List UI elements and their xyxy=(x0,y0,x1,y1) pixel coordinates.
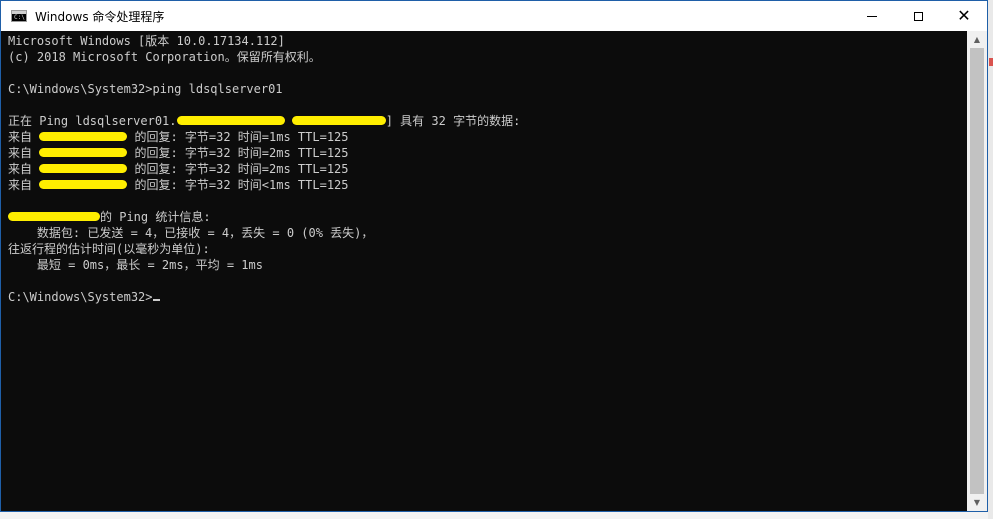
app-icon-text: C:\ xyxy=(14,14,25,21)
console-line: 的 Ping 统计信息: xyxy=(8,209,520,225)
redaction-mark xyxy=(39,180,128,189)
console-text: ] 具有 32 字节的数据: xyxy=(385,114,521,128)
maximize-icon xyxy=(913,11,923,21)
console-text: 往返行程的估计时间(以毫秒为单位): xyxy=(8,242,210,256)
console-line: 来自 的回复: 字节=32 时间<1ms TTL=125 xyxy=(8,177,520,193)
text-cursor xyxy=(152,299,160,301)
minimize-icon xyxy=(867,15,877,17)
console-line: C:\Windows\System32>ping ldsqlserver01 xyxy=(8,81,520,97)
console-output[interactable]: Microsoft Windows [版本 10.0.17134.112] (c)… xyxy=(1,31,967,511)
console-line: 正在 Ping ldsqlserver01. ] 具有 32 字节的数据: xyxy=(8,113,520,129)
console-text: 来自 xyxy=(8,130,40,144)
window-controls: ✕ xyxy=(849,1,987,31)
redaction-mark xyxy=(39,148,128,157)
console-text: C:\Windows\System32>ping ldsqlserver01 xyxy=(8,82,283,96)
console-text: 数据包: 已发送 = 4，已接收 = 4，丢失 = 0 (0% 丢失)， xyxy=(8,226,374,240)
scroll-thumb[interactable] xyxy=(970,48,984,494)
console-text: 来自 xyxy=(8,178,40,192)
console-line: 来自 的回复: 字节=32 时间=2ms TTL=125 xyxy=(8,161,520,177)
cmd-app-icon[interactable]: C:\ xyxy=(11,10,27,22)
console-line: (c) 2018 Microsoft Corporation。保留所有权利。 xyxy=(8,49,520,65)
console-text: (c) 2018 Microsoft Corporation。保留所有权利。 xyxy=(8,50,321,64)
console-text: 的回复: 字节=32 时间=2ms TTL=125 xyxy=(127,162,349,176)
maximize-button[interactable] xyxy=(895,1,941,31)
redaction-mark xyxy=(291,116,386,125)
console-text: 来自 xyxy=(8,146,40,160)
redaction-mark xyxy=(176,116,285,125)
console-line: 往返行程的估计时间(以毫秒为单位): xyxy=(8,241,520,257)
console-text: 的回复: 字节=32 时间=2ms TTL=125 xyxy=(127,146,349,160)
console-text: 的回复: 字节=32 时间<1ms TTL=125 xyxy=(127,178,349,192)
console-text: 最短 = 0ms，最长 = 2ms，平均 = 1ms xyxy=(8,258,263,272)
vertical-scrollbar[interactable]: ▲ ▼ xyxy=(967,31,987,511)
console-text: 的回复: 字节=32 时间=1ms TTL=125 xyxy=(127,130,349,144)
background-strip xyxy=(988,0,993,519)
scroll-down-icon[interactable]: ▼ xyxy=(967,494,987,511)
redaction-mark xyxy=(39,132,128,141)
console-text: 正在 Ping ldsqlserver01. xyxy=(8,114,177,128)
close-icon: ✕ xyxy=(957,6,971,25)
scroll-up-icon[interactable]: ▲ xyxy=(967,31,987,48)
window-title: Windows 命令处理程序 xyxy=(35,9,165,24)
cmd-window: C:\ Windows 命令处理程序 ✕ Microsoft Windows [… xyxy=(0,0,988,512)
background-bottom xyxy=(0,512,988,519)
console-text: 的 Ping 统计信息: xyxy=(100,210,211,224)
console-lines: Microsoft Windows [版本 10.0.17134.112] (c)… xyxy=(8,33,520,305)
console-line: 来自 的回复: 字节=32 时间=2ms TTL=125 xyxy=(8,145,520,161)
console-line: 最短 = 0ms，最长 = 2ms，平均 = 1ms xyxy=(8,257,520,273)
console-text: C:\Windows\System32> xyxy=(8,290,153,304)
console-text: Microsoft Windows [版本 10.0.17134.112] xyxy=(8,34,285,48)
close-button[interactable]: ✕ xyxy=(941,1,987,31)
console-line: 数据包: 已发送 = 4，已接收 = 4，丢失 = 0 (0% 丢失)， xyxy=(8,225,520,241)
console-line: 来自 的回复: 字节=32 时间=1ms TTL=125 xyxy=(8,129,520,145)
console-text: 来自 xyxy=(8,162,40,176)
redaction-mark xyxy=(39,164,128,173)
console-line: Microsoft Windows [版本 10.0.17134.112] xyxy=(8,33,520,49)
background-accent xyxy=(989,58,993,66)
minimize-button[interactable] xyxy=(849,1,895,31)
console-line: C:\Windows\System32> xyxy=(8,289,520,305)
title-bar[interactable]: C:\ Windows 命令处理程序 ✕ xyxy=(1,1,987,31)
redaction-mark xyxy=(8,212,100,221)
